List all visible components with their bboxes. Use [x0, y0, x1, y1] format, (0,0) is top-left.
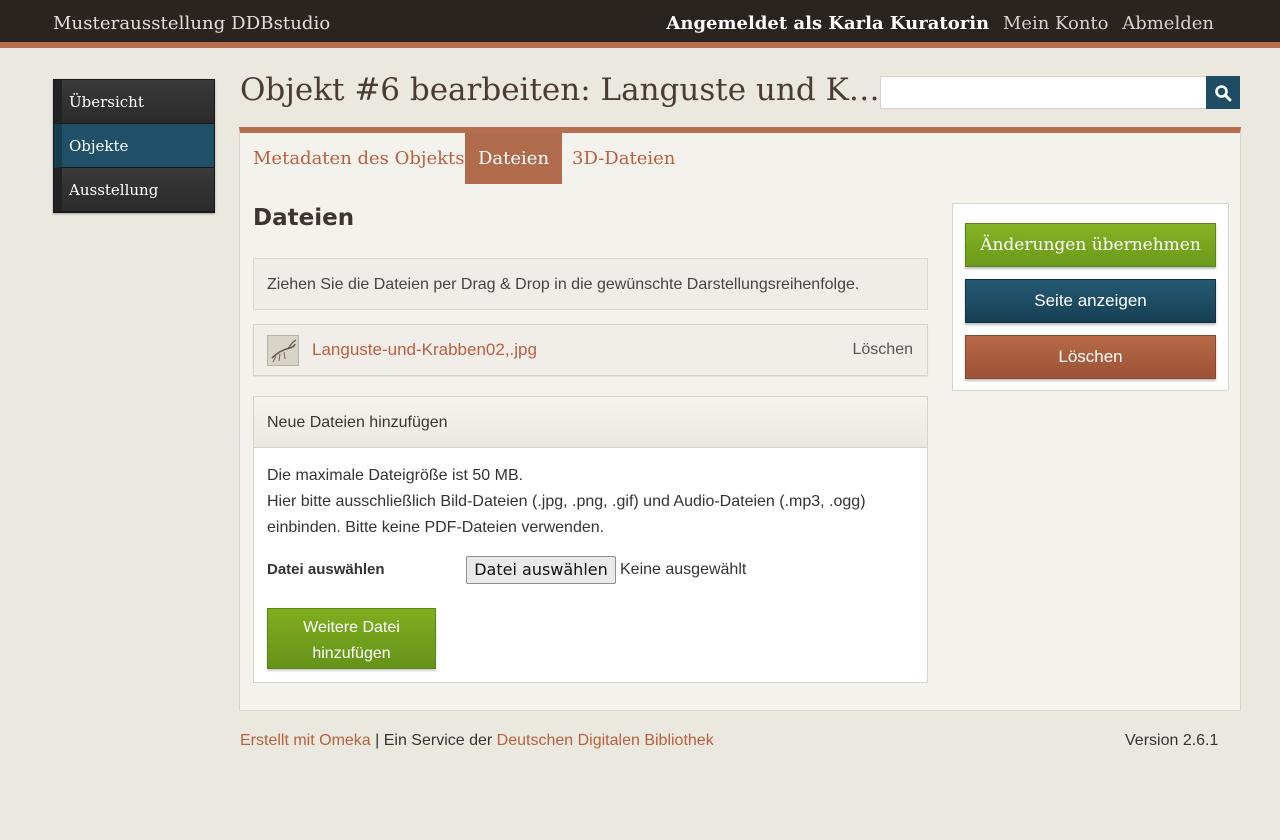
upload-heading: Neue Dateien hinzufügen	[254, 397, 927, 448]
file-thumbnail[interactable]	[267, 335, 299, 366]
save-changes-button[interactable]: Änderungen übernehmen	[965, 223, 1216, 267]
lobster-thumbnail-icon	[268, 336, 298, 365]
file-type-text: Hier bitte ausschließlich Bild-Dateien (…	[267, 493, 866, 536]
add-another-file-button[interactable]: Weitere Datei hinzufügen	[267, 608, 436, 669]
footer-separator: | Ein Service der	[370, 732, 497, 749]
sidebar-item-overview[interactable]: Übersicht	[54, 80, 214, 124]
actions-panel: Änderungen übernehmen Seite anzeigen Lös…	[952, 203, 1229, 391]
page-title: Objekt #6 bearbeiten: Languste und K…	[240, 72, 880, 108]
search-button[interactable]	[1206, 76, 1240, 109]
upload-instructions: Die maximale Dateigröße ist 50 MB. Hier …	[267, 463, 907, 541]
logged-in-user: Angemeldet als Karla Kuratorin	[666, 13, 990, 34]
file-row[interactable]: Languste-und-Krabben02,.jpg Löschen	[253, 324, 928, 376]
file-delete-link[interactable]: Löschen	[853, 325, 914, 375]
view-page-button[interactable]: Seite anzeigen	[965, 279, 1216, 323]
my-account-link[interactable]: Mein Konto	[1003, 13, 1109, 34]
sidebar-nav: Übersicht Objekte Ausstellung	[53, 79, 215, 213]
sidebar-item-objects[interactable]: Objekte	[54, 124, 214, 168]
drag-drop-notice: Ziehen Sie die Dateien per Drag & Drop i…	[253, 258, 928, 310]
site-title-link[interactable]: Musterausstellung DDBstudio	[53, 13, 330, 34]
sidebar-item-exhibition[interactable]: Ausstellung	[54, 168, 214, 212]
tab-3d-files[interactable]: 3D-Dateien	[572, 133, 675, 184]
add-another-file-label-2: hinzufügen	[312, 645, 391, 662]
search-input[interactable]	[880, 76, 1207, 109]
upload-section: Neue Dateien hinzufügen Die maximale Dat…	[253, 396, 928, 683]
top-bar: Musterausstellung DDBstudio Angemeldet a…	[0, 0, 1280, 48]
file-name-link[interactable]: Languste-und-Krabben02,.jpg	[312, 325, 537, 375]
choose-file-button[interactable]: Datei auswählen	[466, 556, 616, 584]
tab-metadata[interactable]: Metadaten des Objekts	[253, 133, 465, 184]
tab-files[interactable]: Dateien	[465, 133, 563, 184]
omeka-link[interactable]: Erstellt mit Omeka	[240, 732, 371, 749]
file-field-label: Datei auswählen	[267, 561, 385, 578]
search-icon	[1215, 84, 1232, 101]
add-another-file-label-1: Weitere Datei	[303, 619, 400, 636]
ddb-link[interactable]: Deutschen Digitalen Bibliothek	[497, 732, 714, 749]
max-size-text: Die maximale Dateigröße ist 50 MB.	[267, 467, 524, 484]
delete-button[interactable]: Löschen	[965, 335, 1216, 379]
no-file-selected-text: Keine ausgewählt	[620, 561, 747, 578]
version-text: Version 2.6.1	[1125, 732, 1219, 749]
user-nav: Angemeldet als Karla Kuratorin Mein Kont…	[658, 13, 1214, 34]
footer: Erstellt mit Omeka | Ein Service der Deu…	[240, 730, 714, 752]
section-heading: Dateien	[253, 205, 355, 231]
logout-link[interactable]: Abmelden	[1122, 13, 1214, 34]
